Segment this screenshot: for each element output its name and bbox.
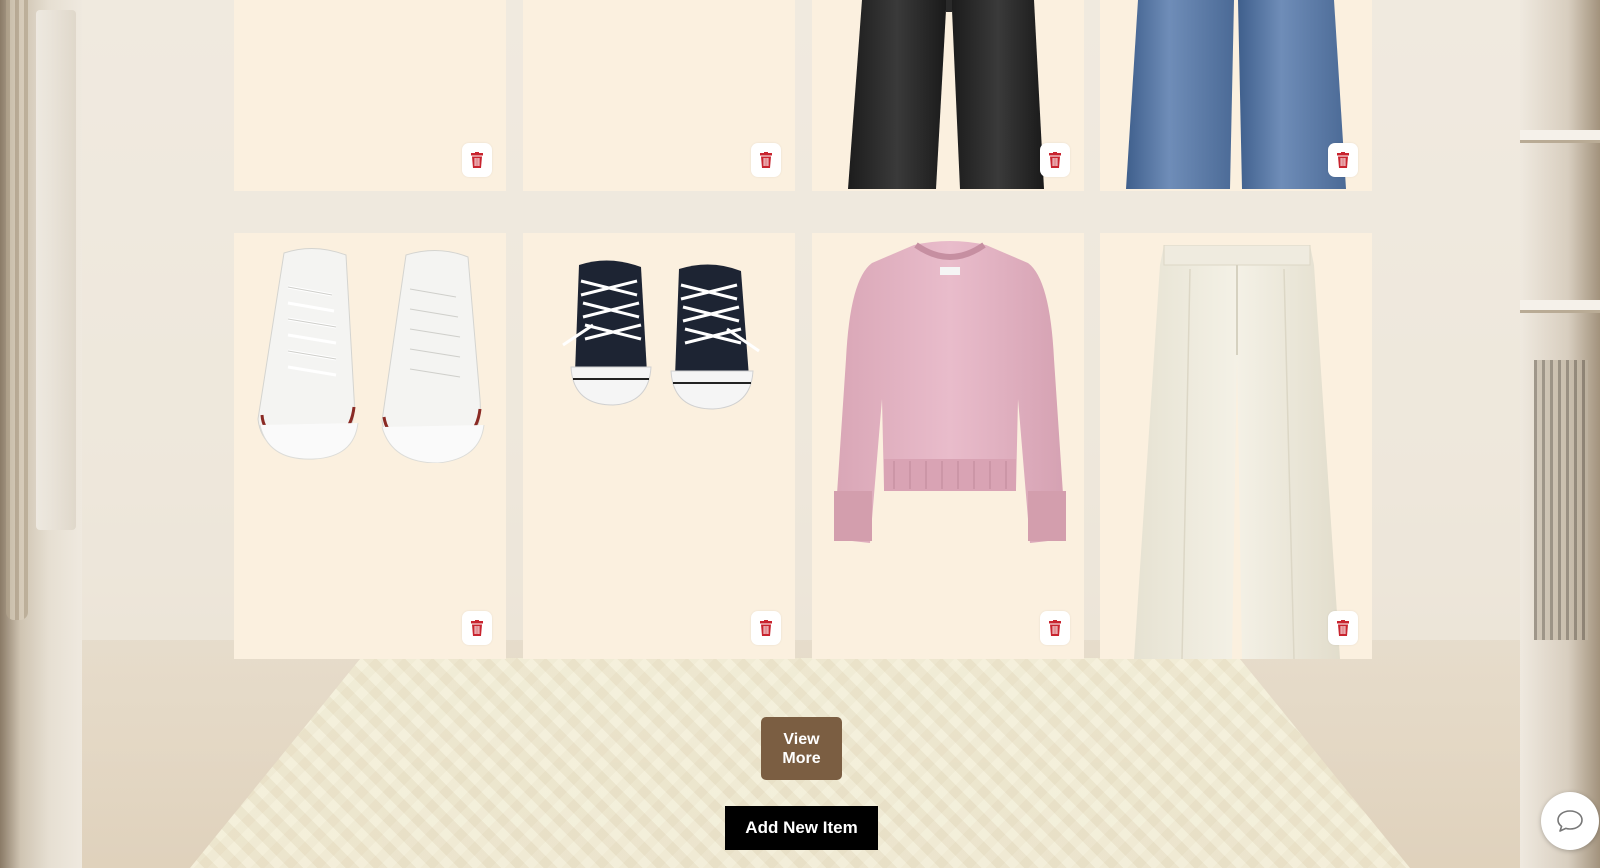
wardrobe-item-card[interactable] bbox=[523, 0, 795, 191]
wardrobe-item-card[interactable] bbox=[523, 233, 795, 659]
wardrobe-item-card[interactable] bbox=[234, 233, 506, 659]
delete-item-button[interactable] bbox=[462, 611, 492, 645]
curtain-decoration bbox=[6, 0, 28, 620]
black-jeans-image bbox=[848, 0, 1044, 189]
trash-icon bbox=[1337, 620, 1349, 636]
trash-icon bbox=[471, 620, 483, 636]
wardrobe-grid bbox=[234, 0, 1372, 660]
delete-item-button[interactable] bbox=[1040, 143, 1070, 177]
shelf-decoration bbox=[1520, 130, 1600, 143]
trash-icon bbox=[1049, 152, 1061, 168]
blue-jeans-image bbox=[1126, 0, 1346, 189]
trash-icon bbox=[1337, 152, 1349, 168]
add-new-item-button[interactable]: Add New Item bbox=[725, 806, 878, 850]
cream-trousers-image bbox=[1134, 245, 1340, 659]
white-sneakers-image bbox=[257, 247, 485, 463]
delete-item-button[interactable] bbox=[751, 611, 781, 645]
wardrobe-item-card[interactable] bbox=[812, 0, 1084, 191]
delete-item-button[interactable] bbox=[1040, 611, 1070, 645]
trash-icon bbox=[471, 152, 483, 168]
hanging-shirt-decoration bbox=[36, 10, 76, 530]
wardrobe-item-card[interactable] bbox=[812, 233, 1084, 659]
delete-item-button[interactable] bbox=[1328, 611, 1358, 645]
delete-item-button[interactable] bbox=[751, 143, 781, 177]
trash-icon bbox=[1049, 620, 1061, 636]
pink-sweater-image bbox=[834, 241, 1066, 543]
view-more-button[interactable]: View More bbox=[761, 717, 842, 780]
delete-item-button[interactable] bbox=[1328, 143, 1358, 177]
black-sneakers-image bbox=[562, 260, 760, 410]
chat-bubble-icon bbox=[1557, 810, 1583, 832]
wardrobe-item-card[interactable] bbox=[1100, 0, 1372, 191]
chat-button[interactable] bbox=[1541, 792, 1599, 850]
hanging-clothes-decoration bbox=[1534, 360, 1588, 640]
wardrobe-item-card[interactable] bbox=[234, 0, 506, 191]
trash-icon bbox=[760, 152, 772, 168]
closet-background-right bbox=[1520, 0, 1600, 868]
wardrobe-item-card[interactable] bbox=[1100, 233, 1372, 659]
closet-background-left bbox=[0, 0, 82, 868]
trash-icon bbox=[760, 620, 772, 636]
shelf-decoration bbox=[1520, 300, 1600, 313]
delete-item-button[interactable] bbox=[462, 143, 492, 177]
